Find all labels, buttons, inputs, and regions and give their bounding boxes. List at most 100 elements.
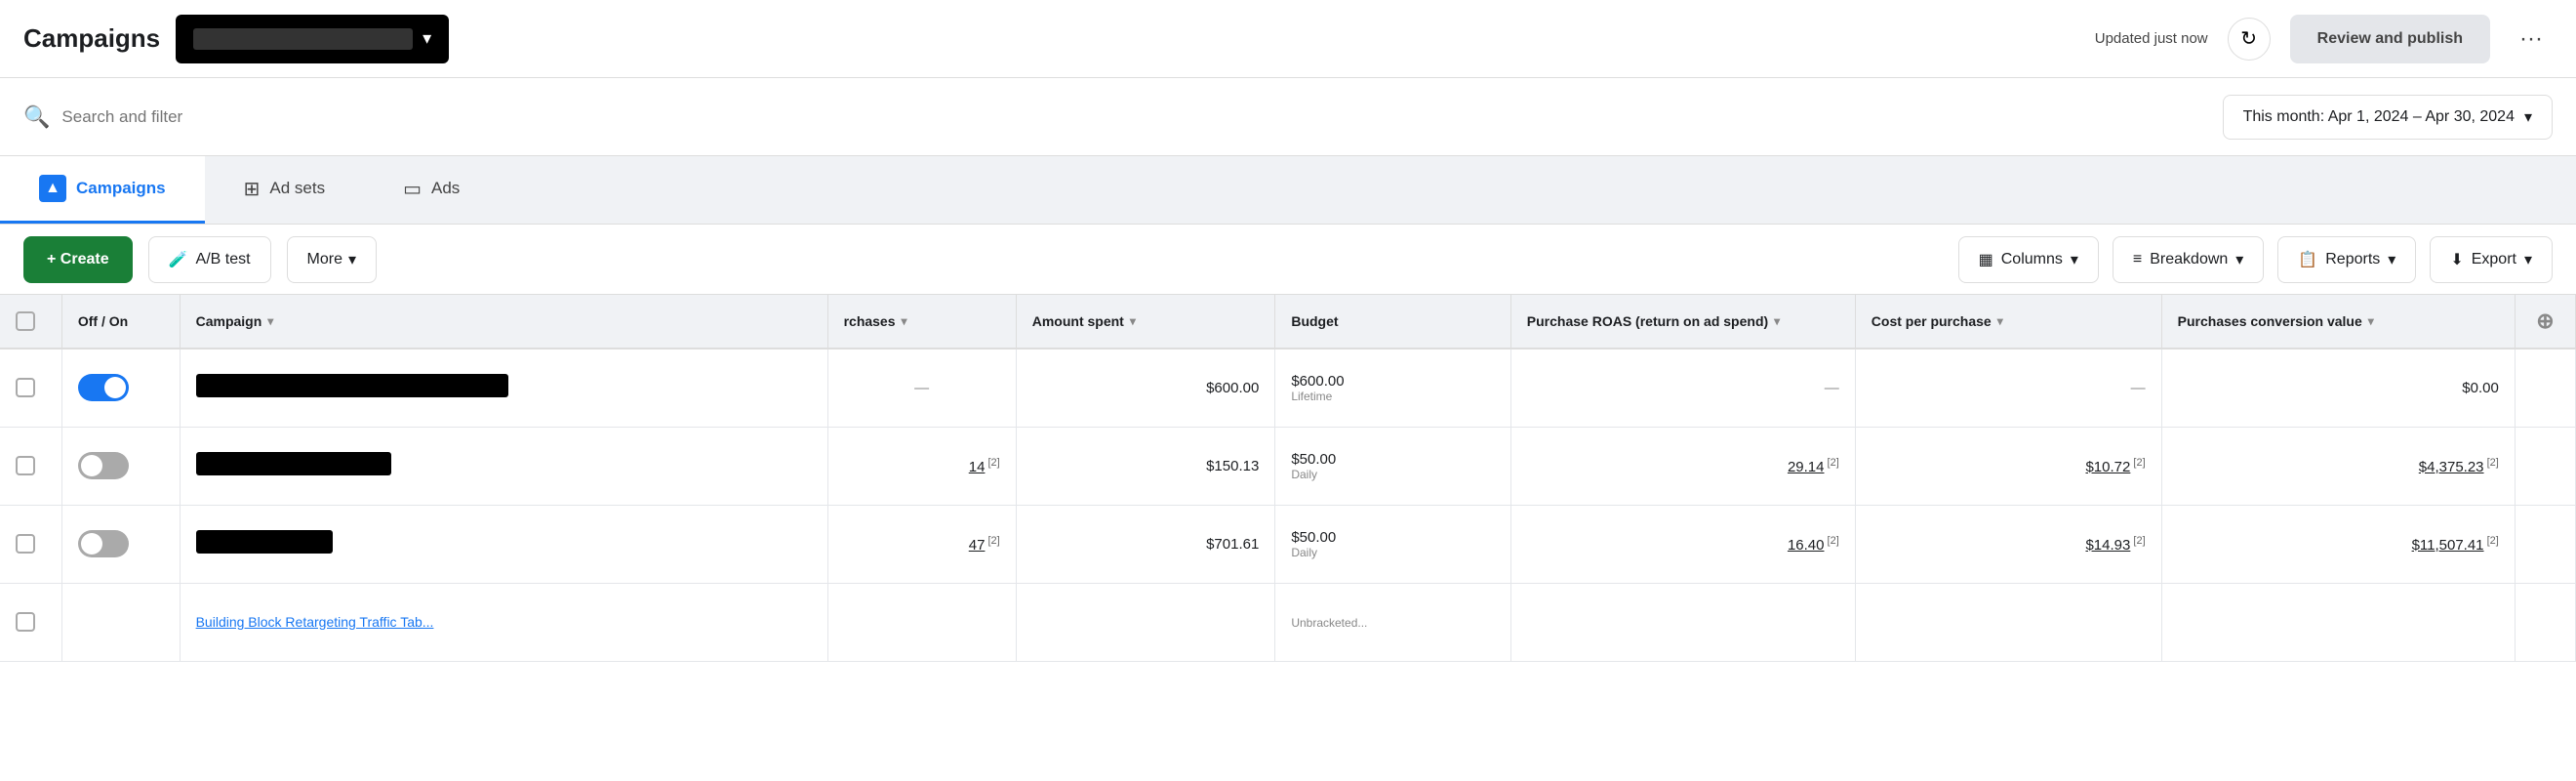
row2-roas[interactable]: 29.14 [1788, 459, 1825, 475]
td-purchases-3: 47 [2] [827, 505, 1016, 583]
search-bar: 🔍 This month: Apr 1, 2024 – Apr 30, 2024… [0, 78, 2576, 156]
td-roas-2: 29.14 [2] [1510, 427, 1855, 505]
th-add-column[interactable]: ⊕ [2515, 295, 2575, 349]
search-icon: 🔍 [23, 104, 50, 130]
more-label: More [307, 251, 342, 268]
td-budget-4: Unbracketed... [1275, 583, 1510, 661]
dropdown-chevron-icon: ▾ [423, 28, 431, 49]
td-pcv-2: $4,375.23 [2] [2161, 427, 2515, 505]
row2-toggle[interactable] [78, 452, 129, 479]
th-purchases: rchases ▾ [827, 295, 1016, 349]
th-pcv: Purchases conversion value ▾ [2161, 295, 2515, 349]
more-button[interactable]: More ▾ [287, 236, 377, 283]
row1-checkbox[interactable] [16, 378, 35, 397]
pcv-sort-icon[interactable]: ▾ [2368, 314, 2374, 328]
td-toggle-4 [61, 583, 180, 661]
td-checkbox-2 [0, 427, 61, 505]
th-roas-label: Purchase ROAS (return on ad spend) [1527, 313, 1768, 329]
tab-ads-label: Ads [431, 179, 460, 198]
breakdown-button[interactable]: ≡ Breakdown ▾ [2113, 236, 2264, 283]
row1-purchases: — [914, 380, 929, 396]
td-checkbox-4 [0, 583, 61, 661]
action-right: ▦ Columns ▾ ≡ Breakdown ▾ 📋 Reports ▾ ⬇ … [1958, 236, 2553, 283]
tabs-bar: ▲ Campaigns ⊞ Ad sets ▭ Ads [0, 156, 2576, 225]
top-bar: Campaigns ▾ Updated just now ↻ Review an… [0, 0, 2576, 78]
row1-budget: $600.00 [1291, 373, 1344, 390]
row2-cpp[interactable]: $10.72 [2085, 459, 2130, 475]
row2-pcv[interactable]: $4,375.23 [2419, 459, 2484, 475]
td-roas-1: — [1510, 349, 1855, 427]
th-campaign-label: Campaign [196, 313, 262, 329]
row3-roas-sup: [2] [1824, 535, 1838, 547]
td-toggle-3 [61, 505, 180, 583]
tab-ads[interactable]: ▭ Ads [364, 156, 499, 224]
td-campaign-4: Building Block Retargeting Traffic Tab..… [180, 583, 827, 661]
row3-purchases-sup: [2] [985, 535, 999, 547]
tab-campaigns[interactable]: ▲ Campaigns [0, 156, 205, 224]
row4-campaign-link[interactable]: Building Block Retargeting Traffic Tab..… [196, 614, 434, 630]
row2-budget-type: Daily [1291, 468, 1494, 481]
td-extra-2 [2515, 427, 2575, 505]
more-chevron-icon: ▾ [348, 250, 356, 269]
campaign-selector-dropdown[interactable]: ▾ [176, 15, 449, 63]
row3-roas[interactable]: 16.40 [1788, 537, 1825, 554]
top-bar-right: Updated just now ↻ Review and publish ··… [2095, 15, 2553, 63]
row3-purchases[interactable]: 47 [969, 537, 986, 554]
tab-adsets[interactable]: ⊞ Ad sets [205, 156, 364, 224]
row3-toggle[interactable] [78, 530, 129, 557]
row3-cpp[interactable]: $14.93 [2085, 537, 2130, 554]
td-amount-4 [1016, 583, 1275, 661]
ab-test-icon: 🧪 [169, 250, 188, 269]
td-roas-4 [1510, 583, 1855, 661]
reports-button[interactable]: 📋 Reports ▾ [2277, 236, 2416, 283]
amount-spent-sort-icon[interactable]: ▾ [1130, 314, 1136, 328]
review-publish-button[interactable]: Review and publish [2290, 15, 2490, 63]
td-cpp-2: $10.72 [2] [1855, 427, 2161, 505]
create-button[interactable]: + Create [23, 236, 133, 283]
th-campaign: Campaign ▾ [180, 295, 827, 349]
th-toggle: Off / On [61, 295, 180, 349]
td-budget-1: $600.00 Lifetime [1275, 349, 1510, 427]
row1-toggle[interactable] [78, 374, 129, 401]
export-label: Export [2472, 251, 2516, 268]
row3-budget-type: Daily [1291, 546, 1494, 559]
td-extra-3 [2515, 505, 2575, 583]
ab-test-button[interactable]: 🧪 A/B test [148, 236, 271, 283]
ab-test-label: A/B test [196, 251, 251, 268]
td-campaign-3 [180, 505, 827, 583]
row3-campaign-name [196, 530, 333, 554]
row3-checkbox[interactable] [16, 534, 35, 554]
refresh-button[interactable]: ↻ [2228, 18, 2271, 61]
search-input[interactable] [61, 107, 2222, 127]
date-range-text: This month: Apr 1, 2024 – Apr 30, 2024 [2243, 108, 2515, 126]
row2-purchases[interactable]: 14 [969, 459, 986, 475]
th-amount-spent-label: Amount spent [1032, 313, 1124, 329]
td-pcv-4 [2161, 583, 2515, 661]
td-extra-4 [2515, 583, 2575, 661]
td-cpp-4 [1855, 583, 2161, 661]
roas-sort-icon[interactable]: ▾ [1774, 314, 1780, 328]
export-button[interactable]: ⬇ Export ▾ [2430, 236, 2553, 283]
th-checkbox [0, 295, 61, 349]
adsets-icon: ⊞ [244, 177, 261, 201]
row3-pcv-sup: [2] [2484, 535, 2499, 547]
purchases-sort-icon[interactable]: ▾ [902, 314, 907, 328]
ads-icon: ▭ [403, 177, 422, 201]
date-range-selector[interactable]: This month: Apr 1, 2024 – Apr 30, 2024 ▾ [2223, 95, 2553, 140]
more-options-button[interactable]: ··· [2510, 18, 2553, 61]
row1-roas: — [1825, 380, 1839, 396]
row4-checkbox[interactable] [16, 612, 35, 632]
reports-label: Reports [2325, 251, 2380, 268]
td-pcv-3: $11,507.41 [2] [2161, 505, 2515, 583]
columns-button[interactable]: ▦ Columns ▾ [1958, 236, 2099, 283]
th-roas: Purchase ROAS (return on ad spend) ▾ [1510, 295, 1855, 349]
select-all-checkbox[interactable] [16, 311, 35, 331]
reports-icon: 📋 [2298, 250, 2317, 269]
row2-checkbox[interactable] [16, 456, 35, 475]
row3-pcv[interactable]: $11,507.41 [2412, 537, 2484, 554]
cpp-sort-icon[interactable]: ▾ [1997, 314, 2003, 328]
td-campaign-1 [180, 349, 827, 427]
row1-cpp: — [2131, 380, 2146, 396]
th-purchases-label: rchases [844, 313, 896, 329]
campaign-sort-icon[interactable]: ▾ [267, 314, 273, 328]
